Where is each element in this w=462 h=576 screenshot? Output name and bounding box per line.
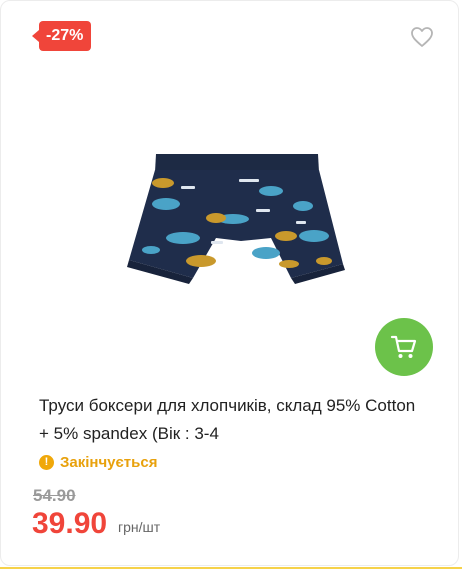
discount-badge: -27% [31, 21, 92, 51]
heart-icon [411, 27, 433, 47]
stock-status-text: Закінчується [60, 453, 158, 471]
current-price: 39.90 [32, 507, 108, 540]
price-unit: грн/шт [118, 519, 161, 535]
favorite-button[interactable] [410, 26, 434, 48]
product-title[interactable]: Труси боксери для хлопчиків, склад 95% C… [39, 392, 419, 448]
add-to-cart-button[interactable] [375, 318, 433, 376]
warning-icon: ! [39, 454, 54, 470]
next-card-edge [0, 567, 462, 576]
product-image[interactable] [121, 146, 351, 291]
old-price: 54.90 [33, 486, 76, 505]
stock-status: ! Закінчується [39, 452, 157, 472]
product-card[interactable]: -27% Труси боксери для хлопчиків, склад … [0, 0, 459, 566]
shopping-cart-icon [390, 335, 417, 358]
boxer-shorts-image [127, 154, 345, 284]
